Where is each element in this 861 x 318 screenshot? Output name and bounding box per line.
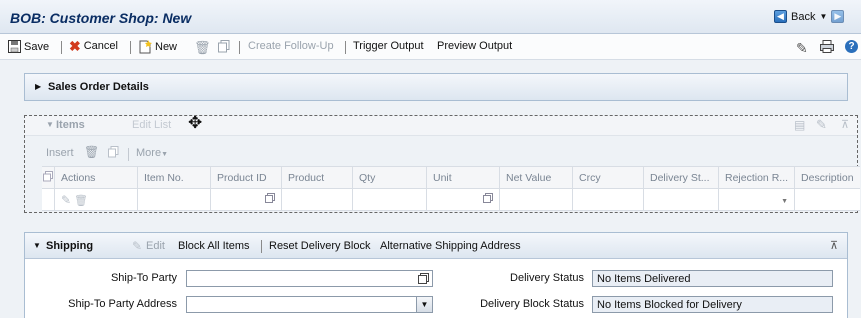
help-icon[interactable]: ? [845, 40, 858, 53]
insert-button[interactable]: Insert [46, 147, 74, 159]
page-title: BOB: Customer Shop: New [10, 10, 192, 26]
edit-icon[interactable]: ✎ [61, 193, 71, 207]
trigger-output-button[interactable]: Trigger Output [353, 40, 424, 52]
column-header-delivery-status[interactable]: Delivery St... [643, 166, 719, 189]
reset-delivery-block-button[interactable]: Reset Delivery Block [269, 240, 370, 252]
create-follow-up-button[interactable]: Create Follow-Up [248, 40, 334, 52]
delivery-block-status-field: No Items Blocked for Delivery [592, 296, 833, 313]
value-help-icon[interactable] [265, 193, 275, 206]
sales-order-details-title: Sales Order Details [48, 81, 149, 93]
edit-icon: ✎ [132, 239, 143, 253]
ship-to-party-address-label: Ship-To Party Address [68, 298, 177, 310]
items-toolbar: Insert 🗑 More▼ [24, 145, 858, 163]
shipping-header: ▼ Shipping ✎ Edit Block All Items Reset … [25, 233, 847, 259]
toolbar-divider [128, 148, 129, 161]
column-header-qty[interactable]: Qty [352, 166, 427, 189]
product-cell[interactable] [281, 188, 353, 211]
save-button[interactable]: Save [8, 40, 49, 53]
toolbar: Save ✖ Cancel New 🗑 Create Follow-Up Tri… [0, 34, 861, 60]
chevron-down-icon: ▼ [161, 151, 168, 158]
cancel-icon: ✖ [69, 37, 81, 54]
new-button[interactable]: New [139, 40, 177, 54]
collapse-icon[interactable]: ⊼ [830, 239, 838, 252]
items-table: Actions Item No. Product ID Product Qty … [42, 166, 860, 211]
back-label: Back [791, 10, 816, 23]
block-all-items-button[interactable]: Block All Items [178, 240, 250, 252]
chevron-down-icon[interactable]: ▼ [416, 297, 432, 312]
table-header-row: Actions Item No. Product ID Product Qty … [42, 166, 860, 189]
preview-output-label: Preview Output [437, 40, 513, 52]
delete-icon[interactable]: 🗑 [194, 40, 211, 56]
value-help-icon[interactable] [483, 193, 493, 206]
delete-icon[interactable]: 🗑 [74, 195, 88, 207]
edit-button[interactable]: Edit [146, 240, 165, 252]
item-no-cell[interactable] [137, 188, 211, 211]
trigger-output-label: Trigger Output [353, 40, 424, 52]
more-label: More [136, 147, 162, 159]
preview-output-button[interactable]: Preview Output [437, 40, 512, 52]
delivery-block-status-label: Delivery Block Status [480, 298, 584, 310]
column-header-net-value[interactable]: Net Value [499, 166, 573, 189]
column-header-product-id[interactable]: Product ID [210, 166, 282, 189]
toolbar-divider [261, 240, 262, 253]
rejection-reason-cell[interactable]: ▼ [717, 188, 796, 211]
new-label: New [155, 41, 178, 53]
toolbar-divider [61, 41, 62, 54]
copy-icon[interactable] [218, 40, 230, 53]
value-help-icon[interactable] [418, 273, 429, 287]
column-header-rejection-reason[interactable]: Rejection R... [717, 166, 796, 189]
net-value-cell [499, 188, 573, 211]
ship-to-party-label: Ship-To Party [110, 272, 177, 284]
delivery-status-cell [643, 188, 719, 211]
chevron-right-icon: ▶ [35, 82, 42, 91]
sales-order-details-panel[interactable]: ▶ Sales Order Details [24, 73, 848, 101]
column-header-product[interactable]: Product [281, 166, 353, 189]
shipping-title: Shipping [46, 240, 94, 252]
save-label: Save [24, 40, 50, 53]
ship-to-party-input[interactable] [186, 270, 433, 287]
toolbar-divider [130, 41, 131, 54]
delete-icon[interactable]: 🗑 [84, 145, 99, 159]
crcy-cell [572, 188, 644, 211]
forward-arrow-icon[interactable]: ▶ [831, 10, 845, 23]
new-document-icon [139, 40, 152, 54]
back-button[interactable]: ◀ Back ▼ ▶ [774, 10, 845, 23]
column-header-actions[interactable]: Actions [54, 166, 138, 189]
chevron-down-icon[interactable]: ▼ [781, 198, 788, 205]
column-header-description[interactable]: Description [794, 166, 860, 189]
chevron-down-icon[interactable]: ▼ [33, 241, 41, 250]
delivery-status-label: Delivery Status [510, 272, 584, 284]
column-header-unit[interactable]: Unit [426, 166, 500, 189]
unit-cell[interactable] [426, 188, 500, 211]
delivery-status-field: No Items Delivered [592, 270, 833, 287]
qty-cell[interactable] [352, 188, 427, 211]
select-all-icon[interactable] [42, 166, 55, 189]
copy-icon[interactable] [108, 146, 119, 161]
toolbar-divider [239, 41, 240, 54]
chevron-down-icon: ▼ [819, 12, 828, 21]
create-follow-up-label: Create Follow-Up [248, 40, 334, 52]
ship-to-party-address-dropdown[interactable]: ▼ [186, 296, 433, 313]
column-header-item-no[interactable]: Item No. [137, 166, 211, 189]
print-icon[interactable] [820, 40, 834, 53]
description-cell[interactable] [794, 188, 860, 211]
row-selector[interactable] [42, 188, 55, 211]
cancel-label: Cancel [83, 40, 118, 52]
column-header-crcy[interactable]: Crcy [572, 166, 644, 189]
pencil-icon[interactable]: ✎ [796, 40, 808, 57]
toolbar-divider [345, 41, 346, 54]
alternative-shipping-address-button[interactable]: Alternative Shipping Address [380, 240, 521, 252]
row-actions: ✎ 🗑 [54, 188, 138, 211]
product-id-cell[interactable] [210, 188, 282, 211]
more-menu[interactable]: More▼ [136, 147, 168, 159]
save-icon [8, 40, 21, 53]
table-row: ✎ 🗑 ▼ [42, 188, 860, 211]
back-arrow-icon: ◀ [774, 10, 787, 23]
title-bar: BOB: Customer Shop: New ◀ Back ▼ ▶ [0, 0, 861, 34]
cancel-button[interactable]: ✖ Cancel [69, 37, 118, 54]
